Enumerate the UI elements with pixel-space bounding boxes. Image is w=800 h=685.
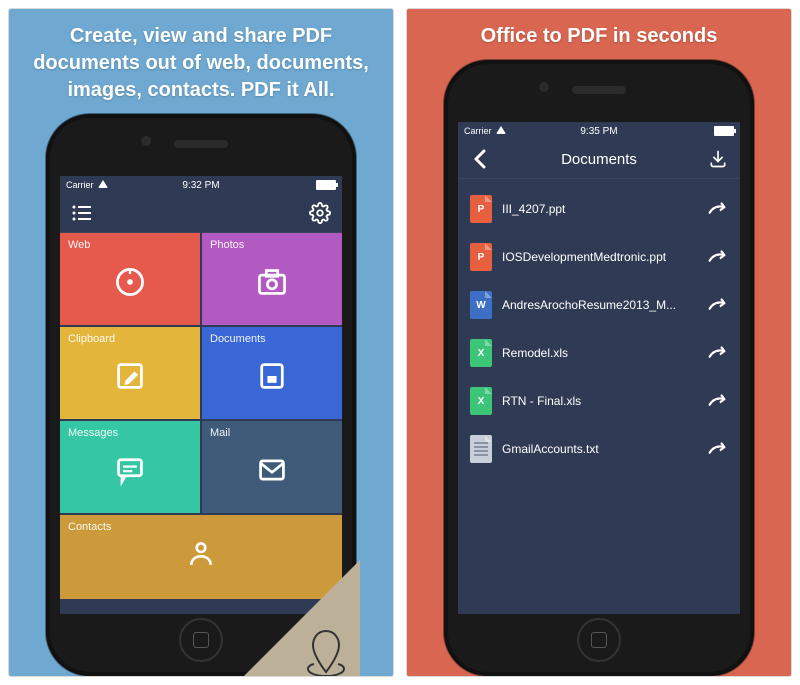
file-row[interactable]: X RTN - Final.xls (460, 377, 738, 425)
chat-icon (112, 454, 148, 486)
promo-panel-left: Create, view and share PDF documents out… (8, 8, 394, 677)
home-button[interactable] (179, 618, 223, 662)
status-bar: Carrier 9:32 PM (60, 176, 342, 194)
file-name: Remodel.xls (502, 346, 696, 360)
edit-icon (112, 360, 148, 392)
file-name: AndresArochoResume2013_M... (502, 298, 696, 312)
share-icon[interactable] (706, 297, 728, 313)
camera-icon (254, 266, 290, 298)
share-icon[interactable] (706, 249, 728, 265)
file-type-icon: P (470, 195, 492, 223)
settings-button[interactable] (308, 201, 332, 225)
tile-label: Mail (210, 427, 230, 439)
headline-left: Create, view and share PDF documents out… (31, 23, 371, 104)
headline-right: Office to PDF in seconds (481, 23, 718, 50)
file-row[interactable]: GmailAccounts.txt (460, 425, 738, 473)
file-row[interactable]: P III_4207.ppt (460, 185, 738, 233)
file-name: III_4207.ppt (502, 202, 696, 216)
status-time: 9:32 PM (182, 180, 219, 191)
status-time: 9:35 PM (580, 126, 617, 137)
file-type-icon (470, 435, 492, 463)
file-row[interactable]: W AndresArochoResume2013_M... (460, 281, 738, 329)
share-icon[interactable] (706, 345, 728, 361)
file-name: GmailAccounts.txt (502, 442, 696, 456)
person-icon (186, 537, 216, 567)
doc-icon (254, 360, 290, 392)
file-name: IOSDevelopmentMedtronic.ppt (502, 250, 696, 264)
share-icon[interactable] (706, 201, 728, 217)
download-button[interactable] (706, 147, 730, 171)
battery-icon (316, 180, 336, 190)
share-icon[interactable] (706, 393, 728, 409)
nav-title: Documents (561, 151, 637, 168)
mail-icon (254, 454, 290, 486)
share-icon[interactable] (706, 441, 728, 457)
tile-label: Web (68, 239, 90, 251)
wifi-icon (496, 126, 506, 136)
tile-label: Photos (210, 239, 244, 251)
file-type-icon: X (470, 387, 492, 415)
compass-icon (112, 266, 148, 298)
tile-contacts[interactable]: Contacts (60, 515, 342, 599)
file-row[interactable]: X Remodel.xls (460, 329, 738, 377)
file-type-icon: P (470, 243, 492, 271)
tile-photos[interactable]: Photos (202, 233, 342, 325)
navbar-left (60, 194, 342, 233)
tile-label: Contacts (68, 521, 111, 533)
tile-web[interactable]: Web (60, 233, 200, 325)
file-name: RTN - Final.xls (502, 394, 696, 408)
list-button[interactable] (70, 201, 94, 225)
tile-messages[interactable]: Messages (60, 421, 200, 513)
battery-icon (714, 126, 734, 136)
tile-mail[interactable]: Mail (202, 421, 342, 513)
wifi-icon (98, 180, 108, 190)
home-button[interactable] (577, 618, 621, 662)
back-button[interactable] (468, 147, 492, 171)
tile-label: Clipboard (68, 333, 115, 345)
tile-label: Messages (68, 427, 118, 439)
tile-label: Documents (210, 333, 266, 345)
phone-left: Carrier 9:32 PM Web Photos Clipboard Docume… (46, 114, 356, 676)
carrier-label: Carrier (66, 180, 94, 190)
phone-right: Carrier 9:35 PM Documents PIII_4207.pptP… (444, 60, 754, 676)
carrier-label: Carrier (464, 126, 492, 136)
file-type-icon: W (470, 291, 492, 319)
tile-clipboard[interactable]: Clipboard (60, 327, 200, 419)
promo-panel-right: Office to PDF in seconds Carrier 9:35 PM… (406, 8, 792, 677)
file-type-icon: X (470, 339, 492, 367)
file-row[interactable]: P IOSDevelopmentMedtronic.ppt (460, 233, 738, 281)
status-bar: Carrier 9:35 PM (458, 122, 740, 140)
tile-documents[interactable]: Documents (202, 327, 342, 419)
navbar-right: Documents (458, 140, 740, 179)
